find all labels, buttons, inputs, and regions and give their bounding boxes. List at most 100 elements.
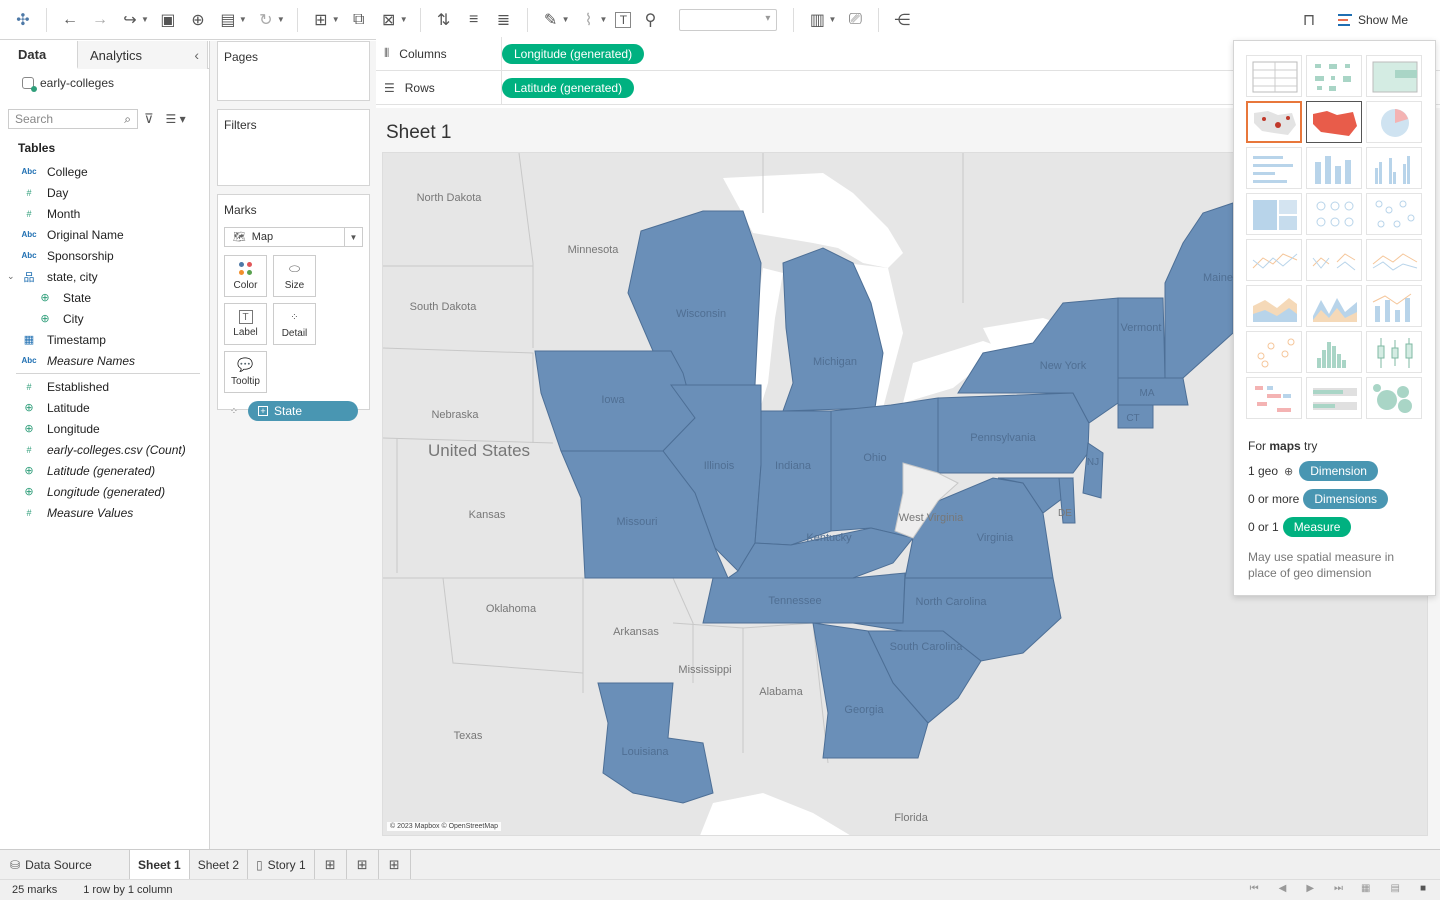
horizontal-bars-chart-option[interactable] bbox=[1246, 147, 1302, 189]
show-hide-cards-icon[interactable]: ▥ bbox=[806, 9, 828, 31]
refresh-icon[interactable]: ↻ bbox=[255, 9, 277, 31]
cards-caret-icon[interactable]: ▼ bbox=[828, 15, 836, 24]
refresh-caret-icon[interactable]: ▼ bbox=[277, 15, 285, 24]
tab-data-source[interactable]: ⛁ Data Source bbox=[0, 850, 130, 879]
tab-sheet-2[interactable]: Sheet 2 bbox=[190, 850, 249, 879]
field-latitude-generated[interactable]: ⊕ Latitude (generated) bbox=[0, 460, 208, 481]
filter-icon[interactable]: ⊽ bbox=[144, 111, 154, 127]
filmstrip-icon[interactable]: ▤ bbox=[1391, 883, 1400, 894]
group-caret-icon[interactable]: ▼ bbox=[600, 15, 608, 24]
tab-analytics[interactable]: Analytics ‹ bbox=[78, 41, 208, 69]
field-established[interactable]: # Established bbox=[0, 376, 208, 397]
tab-data[interactable]: Data bbox=[0, 41, 78, 69]
detail-button[interactable]: ⁘ Detail bbox=[273, 303, 316, 345]
fit-dropdown[interactable] bbox=[679, 8, 778, 31]
view-options-icon[interactable]: ☰ ▾ bbox=[166, 112, 186, 126]
discrete-lines-chart-option[interactable] bbox=[1306, 239, 1362, 281]
presentation-mode-icon[interactable]: ⎚ bbox=[844, 9, 866, 31]
label-button[interactable]: T Label bbox=[224, 303, 267, 345]
color-button[interactable]: Color bbox=[224, 255, 267, 297]
highlight-table-chart-option[interactable] bbox=[1366, 55, 1422, 97]
sheet-title[interactable]: Sheet 1 bbox=[386, 122, 452, 144]
new-worksheet-caret-icon[interactable]: ▼ bbox=[332, 15, 340, 24]
new-story-tab-icon[interactable]: ⊞ bbox=[379, 850, 411, 879]
field-timestamp[interactable]: ▦ Timestamp bbox=[0, 329, 208, 350]
field-state[interactable]: ⊕ State bbox=[0, 287, 208, 308]
field-measure-values[interactable]: # Measure Values bbox=[0, 502, 208, 523]
heat-map-chart-option[interactable] bbox=[1306, 55, 1362, 97]
new-dashboard-tab-icon[interactable]: ⊞ bbox=[347, 850, 379, 879]
sheet-sorter-icon[interactable]: ▦ bbox=[1361, 883, 1370, 894]
share-icon[interactable]: ⋲ bbox=[891, 9, 913, 31]
new-worksheet-icon[interactable]: ⊞ bbox=[310, 9, 332, 31]
tooltip-button[interactable]: 💬 Tooltip bbox=[224, 351, 267, 393]
size-button[interactable]: ⬭ Size bbox=[273, 255, 316, 297]
box-whisker-chart-option[interactable] bbox=[1366, 331, 1422, 373]
expand-plus-icon[interactable]: + bbox=[258, 406, 268, 416]
pie-chart-option[interactable] bbox=[1366, 101, 1422, 143]
circle-views-chart-option[interactable] bbox=[1306, 193, 1362, 235]
group-members-icon[interactable]: ⌇ bbox=[578, 9, 600, 31]
gantt-chart-option[interactable] bbox=[1246, 377, 1302, 419]
first-sheet-icon[interactable]: ⏮ bbox=[1250, 883, 1259, 894]
stacked-bars-chart-option[interactable] bbox=[1306, 147, 1362, 189]
prev-sheet-icon[interactable]: ◀ bbox=[1279, 883, 1287, 894]
longitude-pill[interactable]: Longitude (generated) bbox=[502, 43, 645, 64]
area-discrete-chart-option[interactable] bbox=[1306, 285, 1362, 327]
highlight-icon[interactable]: ✎ bbox=[540, 9, 562, 31]
state-indiana[interactable] bbox=[754, 410, 832, 546]
field-college[interactable]: Abc College bbox=[0, 161, 208, 182]
last-sheet-icon[interactable]: ⏭ bbox=[1334, 883, 1343, 894]
latitude-pill[interactable]: Latitude (generated) bbox=[502, 77, 635, 98]
side-by-side-bars-chart-option[interactable] bbox=[1366, 147, 1422, 189]
field-day[interactable]: # Day bbox=[0, 182, 208, 203]
expand-chevron-icon[interactable]: ⌄ bbox=[7, 271, 15, 282]
datasource-caret-icon[interactable]: ▼ bbox=[239, 15, 247, 24]
histogram-chart-option[interactable] bbox=[1306, 331, 1362, 373]
area-continuous-chart-option[interactable] bbox=[1246, 285, 1302, 327]
sort-descending-icon[interactable]: ≣ bbox=[493, 9, 515, 31]
undo-icon[interactable]: ← bbox=[59, 9, 81, 31]
tableau-logo-icon[interactable]: ✣ bbox=[12, 9, 34, 31]
tab-sheet-1[interactable]: Sheet 1 bbox=[130, 850, 190, 879]
search-input[interactable]: Search ⌕ bbox=[8, 109, 138, 129]
datasource-item[interactable]: early-colleges bbox=[0, 69, 209, 97]
duplicate-sheet-icon[interactable]: ⧉ bbox=[348, 9, 370, 31]
scatter-plot-chart-option[interactable] bbox=[1246, 331, 1302, 373]
highlight-caret-icon[interactable]: ▼ bbox=[562, 15, 570, 24]
dual-lines-chart-option[interactable] bbox=[1366, 239, 1422, 281]
new-datasource-icon[interactable]: ⊕ bbox=[187, 9, 209, 31]
fix-axes-icon[interactable]: ⚲ bbox=[639, 9, 661, 31]
bullet-graph-chart-option[interactable] bbox=[1306, 377, 1362, 419]
clear-sheet-icon[interactable]: ⊠ bbox=[378, 9, 400, 31]
sort-ascending-icon[interactable]: ≡ bbox=[463, 9, 485, 31]
redo-icon[interactable]: → bbox=[89, 9, 111, 31]
replay-caret-icon[interactable]: ▼ bbox=[141, 15, 149, 24]
field-city[interactable]: ⊕ City bbox=[0, 308, 208, 329]
field-sponsorship[interactable]: Abc Sponsorship bbox=[0, 245, 208, 266]
text-table-chart-option[interactable] bbox=[1246, 55, 1302, 97]
swap-rows-columns-icon[interactable]: ⇅ bbox=[433, 9, 455, 31]
field-longitude[interactable]: ⊕ Longitude bbox=[0, 418, 208, 439]
filters-card[interactable]: Filters bbox=[217, 109, 370, 186]
filled-map-chart-option[interactable] bbox=[1306, 101, 1362, 143]
field-month[interactable]: # Month bbox=[0, 203, 208, 224]
field-latitude[interactable]: ⊕ Latitude bbox=[0, 397, 208, 418]
field-count[interactable]: # early-colleges.csv (Count) bbox=[0, 439, 208, 460]
continuous-lines-chart-option[interactable] bbox=[1246, 239, 1302, 281]
next-sheet-icon[interactable]: ▶ bbox=[1306, 883, 1314, 894]
tab-story-1[interactable]: ▯ Story 1 bbox=[248, 850, 315, 879]
show-mark-labels-icon[interactable]: T bbox=[615, 11, 632, 28]
save-icon[interactable]: ▣ bbox=[157, 9, 179, 31]
map-attribution[interactable]: © 2023 Mapbox © OpenStreetMap bbox=[387, 822, 501, 831]
dual-combination-chart-option[interactable] bbox=[1366, 285, 1422, 327]
field-longitude-generated[interactable]: ⊕ Longitude (generated) bbox=[0, 481, 208, 502]
symbol-map-chart-option[interactable] bbox=[1246, 101, 1302, 143]
pause-updates-icon[interactable]: ▤ bbox=[217, 9, 239, 31]
state-vermont-nh[interactable] bbox=[1117, 297, 1166, 379]
field-original-name[interactable]: Abc Original Name bbox=[0, 224, 208, 245]
replay-animation-icon[interactable]: ↪ bbox=[119, 9, 141, 31]
collapse-pane-icon[interactable]: ‹ bbox=[194, 47, 199, 63]
pages-card[interactable]: Pages bbox=[217, 41, 370, 101]
field-measure-names[interactable]: Abc Measure Names bbox=[0, 350, 208, 371]
